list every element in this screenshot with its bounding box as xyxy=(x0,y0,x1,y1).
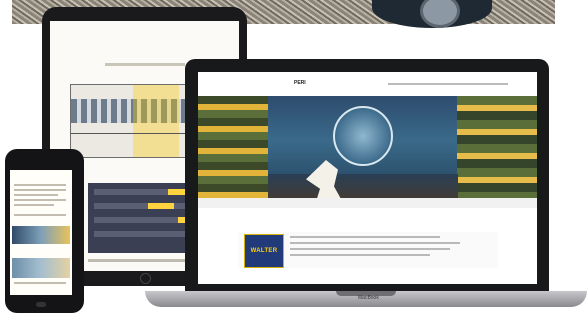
phone-text-line xyxy=(14,214,66,216)
phone-text-line xyxy=(14,189,66,191)
site-header: PERI xyxy=(198,72,537,96)
walter-logo-text: WALTER xyxy=(250,248,278,254)
copy-line xyxy=(290,236,440,238)
phone-text-line xyxy=(14,199,66,201)
building-wall-left xyxy=(198,96,268,208)
phone-image xyxy=(12,258,70,278)
tablet-home-button[interactable] xyxy=(140,273,151,284)
logo-text: PERI xyxy=(294,80,306,86)
phone-screen xyxy=(10,170,72,295)
walter-logo[interactable]: WALTER xyxy=(244,234,284,268)
phone-home-indicator[interactable] xyxy=(36,302,46,307)
tablet-subtitle-line xyxy=(105,63,185,66)
phone-image xyxy=(12,226,70,244)
copy-line xyxy=(290,242,460,244)
site-logo[interactable]: PERI xyxy=(294,80,306,86)
phone-text-line xyxy=(14,204,54,206)
laptop-brand-label: MacBook xyxy=(358,295,379,301)
phone-text-line xyxy=(14,184,66,186)
copy-line xyxy=(290,254,430,256)
phone-text-line xyxy=(14,282,66,284)
copy-line xyxy=(290,248,450,250)
tablet-title xyxy=(84,48,204,54)
building-wall-right xyxy=(457,96,537,208)
hero-band xyxy=(198,198,537,208)
hero-image xyxy=(198,96,537,208)
glass-dome xyxy=(333,106,393,166)
plan-highlight xyxy=(133,85,179,157)
phone-text-line xyxy=(14,194,58,196)
site-nav[interactable] xyxy=(388,83,508,85)
laptop-screen: PERI WALTER xyxy=(198,72,537,284)
table-cell-highlight xyxy=(148,203,174,209)
